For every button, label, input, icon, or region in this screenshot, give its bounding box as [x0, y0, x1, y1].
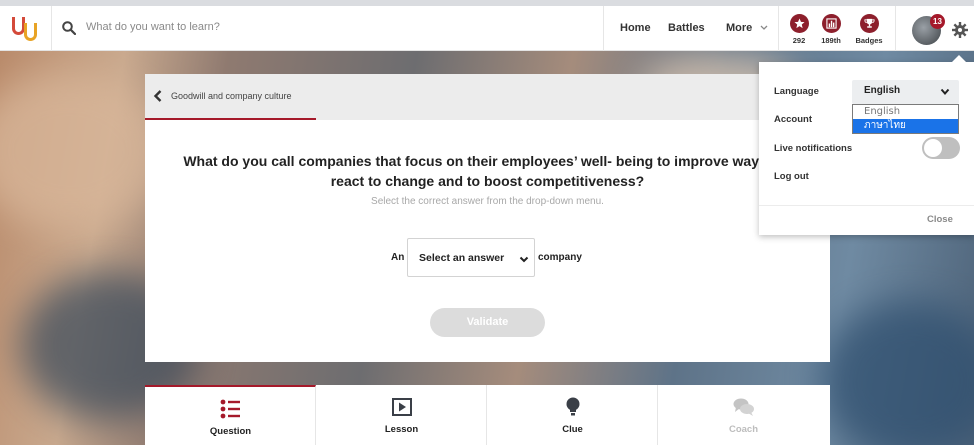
notification-badge: 13 [930, 14, 945, 29]
ranking-stat[interactable]: 189th [811, 14, 851, 45]
question-text: What do you call companies that focus on… [183, 153, 792, 189]
close-button[interactable]: Close [927, 214, 953, 225]
validate-button[interactable]: Validate [430, 308, 545, 337]
lightbulb-icon [566, 397, 580, 416]
question-card: Goodwill and company culture What do you… [145, 74, 830, 362]
tab-question[interactable]: Question [145, 385, 316, 445]
chevron-down-icon [519, 256, 529, 263]
badges-label: Badges [855, 36, 883, 45]
question-hint: Select the correct answer from the drop-… [371, 196, 604, 207]
live-notifications-toggle[interactable] [922, 137, 960, 159]
language-select-value: English [864, 85, 901, 96]
bottom-tabs: Question Lesson Clue Coach [145, 385, 830, 445]
answer-prefix: An [391, 252, 405, 263]
language-option-thai[interactable]: ภาษาไทย [853, 119, 958, 133]
divider [603, 6, 604, 51]
menu-caret [952, 55, 966, 62]
answer-select-label: Select an answer [419, 252, 505, 264]
tab-label: Lesson [384, 424, 419, 435]
ranking-value: 189th [821, 36, 841, 45]
language-select[interactable]: English [852, 80, 959, 104]
nav-home-link[interactable]: Home [620, 22, 651, 34]
answer-select[interactable]: Select an answer [407, 238, 535, 277]
settings-menu: Language English English ภาษาไทย Account… [759, 55, 974, 235]
badges-stat[interactable]: Badges [849, 14, 889, 45]
back-chevron-icon[interactable] [153, 89, 163, 103]
tab-coach[interactable]: Coach [658, 385, 829, 445]
list-icon [220, 399, 240, 419]
app-logo[interactable] [12, 17, 42, 41]
tab-clue[interactable]: Clue [487, 385, 658, 445]
card-header: Goodwill and company culture [145, 74, 830, 120]
language-options-list: English ภาษาไทย [852, 104, 959, 134]
chevron-down-icon[interactable] [759, 24, 769, 32]
chevron-down-icon [940, 88, 950, 96]
gear-icon[interactable] [952, 22, 968, 38]
trophy-icon [863, 18, 875, 28]
breadcrumb[interactable]: Goodwill and company culture [171, 91, 292, 101]
nav-more-link[interactable]: More [726, 22, 752, 34]
top-navigation-bar: What do you want to learn? Home Battles … [0, 6, 974, 51]
language-option-english[interactable]: English [853, 105, 958, 119]
account-link[interactable]: Account [774, 114, 812, 125]
progress-bar [145, 118, 316, 120]
language-label: Language [774, 86, 819, 97]
tab-lesson[interactable]: Lesson [316, 385, 487, 445]
tab-label: Coach [728, 424, 759, 435]
divider [51, 6, 52, 51]
toggle-knob [924, 139, 942, 157]
logout-link[interactable]: Log out [774, 171, 809, 182]
tab-label: Question [209, 426, 252, 437]
live-notifications-label: Live notifications [774, 143, 853, 154]
tab-label: Clue [562, 424, 583, 435]
star-icon [793, 18, 805, 29]
chat-bubbles-icon [733, 398, 754, 416]
answer-row: An Select an answer company [145, 238, 830, 278]
divider [759, 205, 974, 206]
search-icon[interactable] [62, 21, 76, 35]
search-input[interactable]: What do you want to learn? [86, 21, 220, 33]
video-icon [392, 398, 412, 416]
ranking-chart-icon [825, 18, 837, 29]
nav-battles-link[interactable]: Battles [668, 22, 705, 34]
divider [895, 6, 896, 51]
answer-suffix: company [538, 252, 582, 263]
